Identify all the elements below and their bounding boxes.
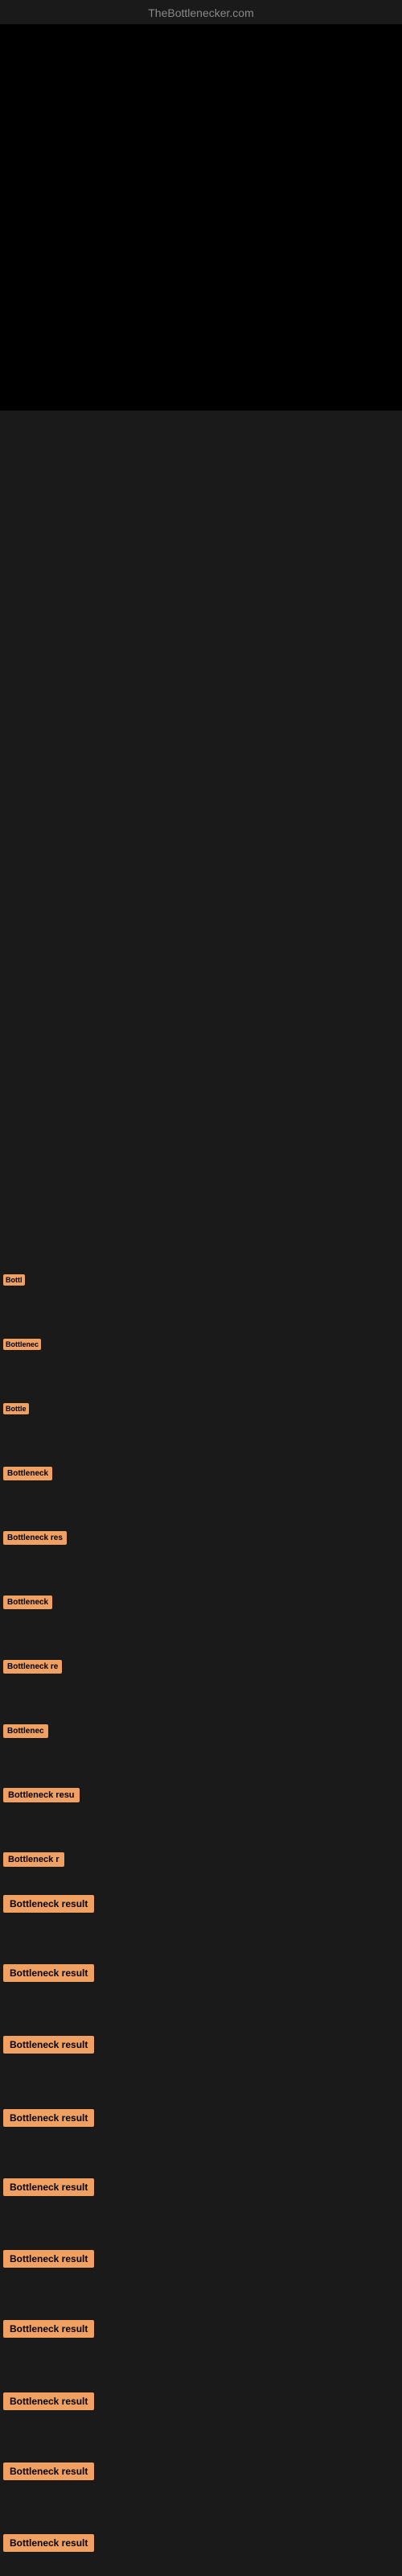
result-item: Bottleneck res	[3, 1530, 67, 1545]
result-item: Bottle	[3, 1401, 29, 1415]
result-badge: Bottlenec	[3, 1339, 41, 1350]
result-badge: Bottleneck result	[3, 1964, 94, 1982]
result-item: Bottl	[3, 1272, 25, 1286]
result-badge: Bottleneck	[3, 1467, 52, 1480]
result-item: Bottleneck re	[3, 1658, 62, 1674]
result-badge: Bottleneck result	[3, 2036, 94, 2054]
result-item: Bottleneck result	[3, 2250, 94, 2268]
result-badge: Bottl	[3, 1274, 25, 1286]
result-badge: Bottleneck result	[3, 2462, 94, 2480]
result-badge: Bottleneck res	[3, 1531, 67, 1545]
result-item: Bottleneck result	[3, 2320, 94, 2338]
result-badge: Bottleneck re	[3, 1660, 62, 1674]
result-item: Bottleneck result	[3, 2462, 94, 2480]
site-title: TheBottlenecker.com	[148, 6, 254, 19]
result-badge: Bottleneck r	[3, 1852, 64, 1867]
result-badge: Bottleneck result	[3, 2109, 94, 2127]
result-item: Bottleneck	[3, 1465, 52, 1480]
result-item: Bottleneck result	[3, 2036, 94, 2054]
result-item: Bottleneck result	[3, 2392, 94, 2410]
result-item: Bottleneck	[3, 1594, 52, 1609]
result-badge: Bottleneck result	[3, 2392, 94, 2410]
chart-area	[0, 24, 402, 411]
result-item: Bottleneck result	[3, 2109, 94, 2127]
result-badge: Bottleneck result	[3, 2178, 94, 2196]
result-badge: Bottleneck result	[3, 2320, 94, 2338]
result-item: Bottleneck result	[3, 1895, 94, 1913]
result-item: Bottleneck resu	[3, 1787, 80, 1802]
result-item: Bottleneck result	[3, 2178, 94, 2196]
result-badge: Bottleneck	[3, 1596, 52, 1609]
result-item: Bottleneck r	[3, 1852, 64, 1867]
result-badge: Bottleneck result	[3, 1895, 94, 1913]
result-item: Bottlenec	[3, 1336, 41, 1351]
result-badge: Bottlenec	[3, 1724, 48, 1738]
result-badge: Bottleneck result	[3, 2534, 94, 2552]
result-item: Bottleneck result	[3, 2534, 94, 2552]
result-badge: Bottleneck resu	[3, 1788, 80, 1802]
result-badge: Bottle	[3, 1403, 29, 1414]
result-item: Bottleneck result	[3, 1964, 94, 1982]
result-item: Bottlenec	[3, 1723, 48, 1738]
result-badge: Bottleneck result	[3, 2250, 94, 2268]
